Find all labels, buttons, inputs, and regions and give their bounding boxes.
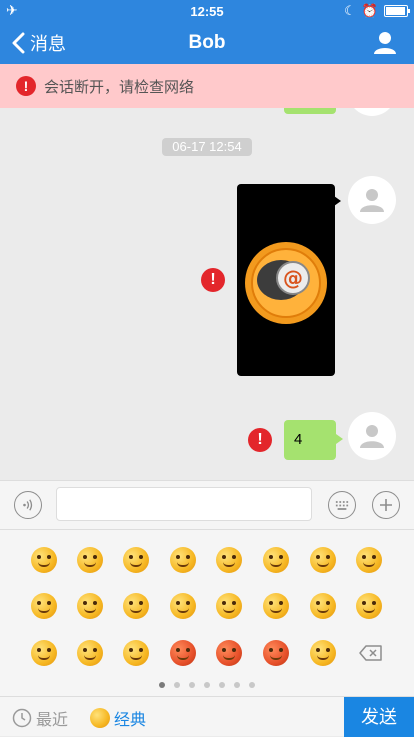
emoji-cool[interactable] <box>123 593 149 619</box>
page-dot[interactable] <box>234 682 240 688</box>
email-app-icon-image: @ <box>245 242 327 324</box>
emoji-slight-smile[interactable] <box>123 640 149 666</box>
send-button[interactable]: 发送 <box>344 697 414 737</box>
send-failed-icon[interactable]: ! <box>248 428 272 452</box>
emoji-sleepy[interactable] <box>123 547 149 573</box>
emoji-grin[interactable] <box>31 547 57 573</box>
emoji-blush[interactable] <box>356 593 382 619</box>
emoji-sunglasses[interactable] <box>31 640 57 666</box>
user-icon <box>360 425 384 448</box>
tab-classic[interactable]: 经典 <box>90 706 146 730</box>
message-input[interactable] <box>56 487 312 521</box>
emoji-shush[interactable] <box>77 593 103 619</box>
emoji-heart-eyes[interactable] <box>310 593 336 619</box>
emoji-confused[interactable] <box>77 640 103 666</box>
alert-text: 会话断开，请检查网络 <box>44 78 195 96</box>
page-dot[interactable] <box>249 682 255 688</box>
emoji-hug[interactable] <box>216 593 242 619</box>
chat-area[interactable]: 06-17 12:54 ! @ ! 4 <box>0 108 414 480</box>
emoji-sad[interactable] <box>216 640 242 666</box>
status-bar: ✈ 12:55 ☾ ⏰ <box>0 0 414 22</box>
tab-recent[interactable]: 最近 <box>12 706 68 730</box>
emoji-smile[interactable] <box>263 593 289 619</box>
previous-message-bubble[interactable] <box>284 108 336 114</box>
emoji-crying[interactable] <box>356 547 382 573</box>
send-failed-icon[interactable]: ! <box>201 268 225 292</box>
user-icon <box>360 189 384 212</box>
tab-classic-label: 经典 <box>114 712 147 729</box>
voice-button[interactable] <box>14 491 42 519</box>
emoji-thinking[interactable] <box>170 547 196 573</box>
plus-icon <box>380 499 392 511</box>
previous-avatar[interactable] <box>348 108 396 116</box>
page-dot[interactable] <box>204 682 210 688</box>
smiley-icon <box>90 708 110 728</box>
nav-bar: 消息 Bob <box>0 22 414 64</box>
my-avatar[interactable] <box>348 176 396 224</box>
emoji-angry[interactable] <box>170 640 196 666</box>
emoji-wondering[interactable] <box>216 547 242 573</box>
page-dot[interactable] <box>159 682 165 688</box>
emoji-tongue[interactable] <box>77 547 103 573</box>
emoji-laughing[interactable] <box>170 593 196 619</box>
clock-icon <box>12 708 32 728</box>
backspace-icon[interactable] <box>359 645 383 661</box>
emoji-hammer[interactable] <box>263 547 289 573</box>
emoji-page-indicator[interactable] <box>0 682 414 688</box>
page-dot[interactable] <box>189 682 195 688</box>
my-avatar[interactable] <box>348 412 396 460</box>
keyboard-button[interactable] <box>328 491 356 519</box>
moon-icon: ☾ <box>344 3 356 18</box>
emoji-panel <box>0 530 414 696</box>
chat-title: Bob <box>188 32 226 53</box>
profile-icon[interactable] <box>372 30 398 56</box>
emoji-shy[interactable] <box>310 547 336 573</box>
page-dot[interactable] <box>174 682 180 688</box>
tab-recent-label: 最近 <box>36 712 69 729</box>
page-dot[interactable] <box>219 682 225 688</box>
alarm-icon: ⏰ <box>361 3 378 18</box>
emoji-furious[interactable] <box>263 640 289 666</box>
connection-alert[interactable]: ! 会话断开，请检查网络 <box>0 64 414 108</box>
battery-icon <box>384 5 410 17</box>
keyboard-icon <box>335 500 349 510</box>
message-timestamp: 06-17 12:54 <box>162 138 252 156</box>
image-message[interactable]: @ <box>237 184 341 376</box>
voice-icon <box>23 499 33 511</box>
emoji-tearful[interactable] <box>31 593 57 619</box>
svg-text:@: @ <box>283 266 303 290</box>
emoji-awkward[interactable] <box>310 640 336 666</box>
more-button[interactable] <box>372 491 400 519</box>
input-bar <box>0 480 414 530</box>
text-message[interactable]: 4 <box>284 420 343 460</box>
error-icon: ! <box>16 76 36 96</box>
emoji-tab-bar: 最近 经典 发送 <box>0 696 414 737</box>
